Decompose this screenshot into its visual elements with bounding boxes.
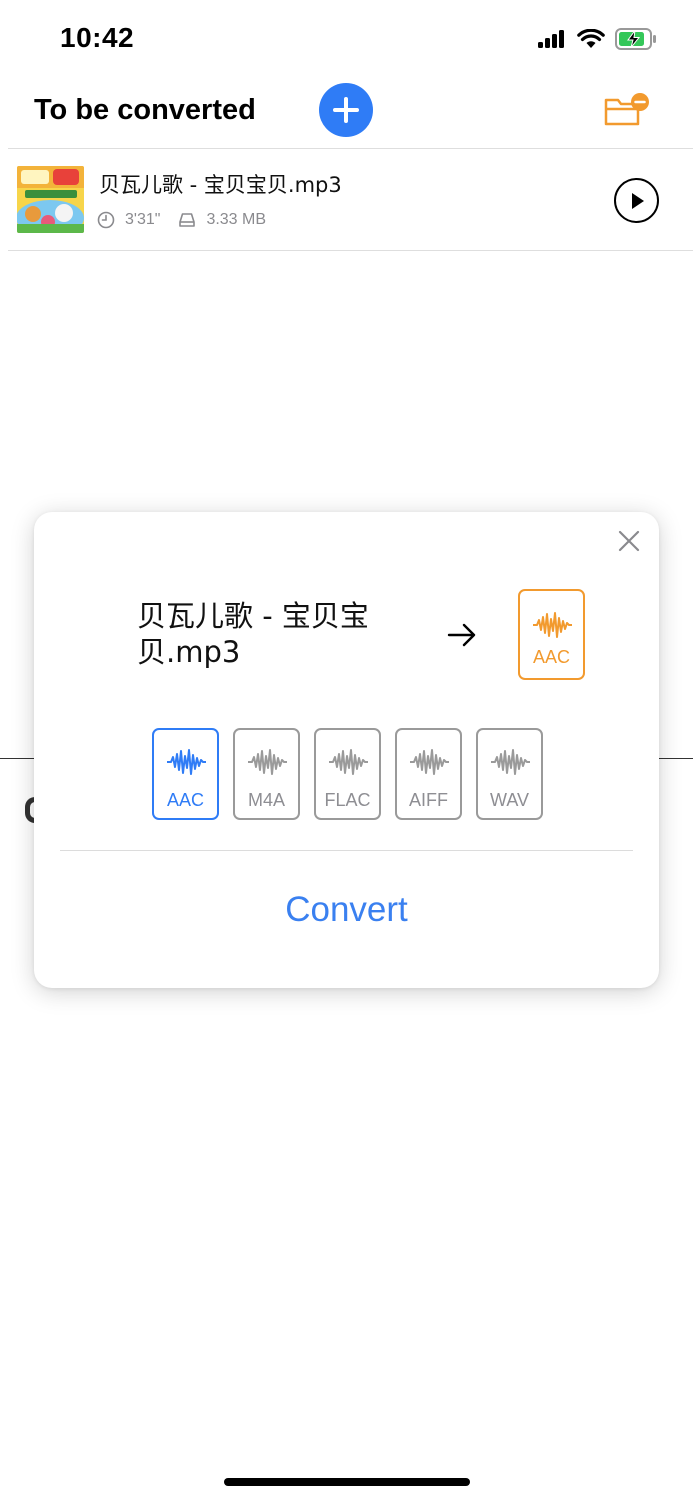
file-name: 贝瓦儿歌 - 宝贝宝贝.mp3 xyxy=(99,173,342,197)
close-icon xyxy=(618,530,640,552)
header: To be converted xyxy=(0,76,693,148)
background-divider-left xyxy=(0,758,34,759)
storage-icon xyxy=(179,213,196,227)
background-divider-right xyxy=(659,758,693,759)
album-art-thumbnail xyxy=(17,166,84,233)
waveform-icon xyxy=(533,612,572,638)
status-icons xyxy=(537,24,657,54)
close-button[interactable] xyxy=(617,529,641,553)
list-item[interactable]: 贝瓦儿歌 - 宝贝宝贝.mp3 3'31" 3.33 MB xyxy=(0,149,693,250)
waveform-icon xyxy=(329,749,368,775)
dialog-divider xyxy=(60,850,633,851)
convert-button[interactable]: Convert xyxy=(34,890,659,930)
battery-charging-icon xyxy=(615,28,656,50)
status-bar: 10:42 xyxy=(0,0,693,76)
folder-remove-icon xyxy=(604,93,649,126)
page-title: To be converted xyxy=(34,94,256,126)
status-time: 10:42 xyxy=(60,22,135,53)
add-file-button[interactable] xyxy=(319,83,373,137)
format-picker: AAC M4A FLAC AIFF WAV xyxy=(152,728,543,820)
format-option-label: AAC xyxy=(166,790,204,810)
format-option-m4a[interactable]: M4A xyxy=(233,728,300,820)
folder-remove-button[interactable] xyxy=(602,92,650,128)
arrow-right-icon xyxy=(447,623,476,647)
file-meta: 3'31" 3.33 MB xyxy=(97,211,266,229)
format-option-label: FLAC xyxy=(324,790,371,810)
waveform-icon xyxy=(410,749,449,775)
plus-icon xyxy=(333,97,359,123)
format-option-aiff[interactable]: AIFF xyxy=(395,728,462,820)
play-icon xyxy=(631,192,644,209)
format-option-aac[interactable]: AAC xyxy=(152,728,219,820)
format-option-label: AIFF xyxy=(409,790,448,810)
convert-dialog: 贝瓦儿歌 - 宝贝宝贝.mp3 AAC AAC M4A FLAC AIFF WA… xyxy=(34,512,659,988)
waveform-icon xyxy=(248,749,287,775)
play-button[interactable] xyxy=(614,178,659,223)
clock-icon xyxy=(97,211,115,229)
format-option-flac[interactable]: FLAC xyxy=(314,728,381,820)
format-option-label: WAV xyxy=(490,790,529,810)
row-divider xyxy=(8,250,693,251)
target-format-label: AAC xyxy=(532,647,570,667)
source-file-name: 贝瓦儿歌 - 宝贝宝贝.mp3 xyxy=(137,599,369,669)
format-option-label: M4A xyxy=(247,790,285,810)
file-size: 3.33 MB xyxy=(206,211,267,228)
waveform-icon xyxy=(491,749,530,775)
waveform-icon xyxy=(167,749,206,775)
cellular-signal-icon xyxy=(538,30,564,48)
home-indicator xyxy=(224,1478,470,1486)
format-option-wav[interactable]: WAV xyxy=(476,728,543,820)
wifi-icon xyxy=(577,28,605,48)
target-format-badge: AAC xyxy=(518,589,585,680)
file-duration: 3'31" xyxy=(125,211,161,228)
